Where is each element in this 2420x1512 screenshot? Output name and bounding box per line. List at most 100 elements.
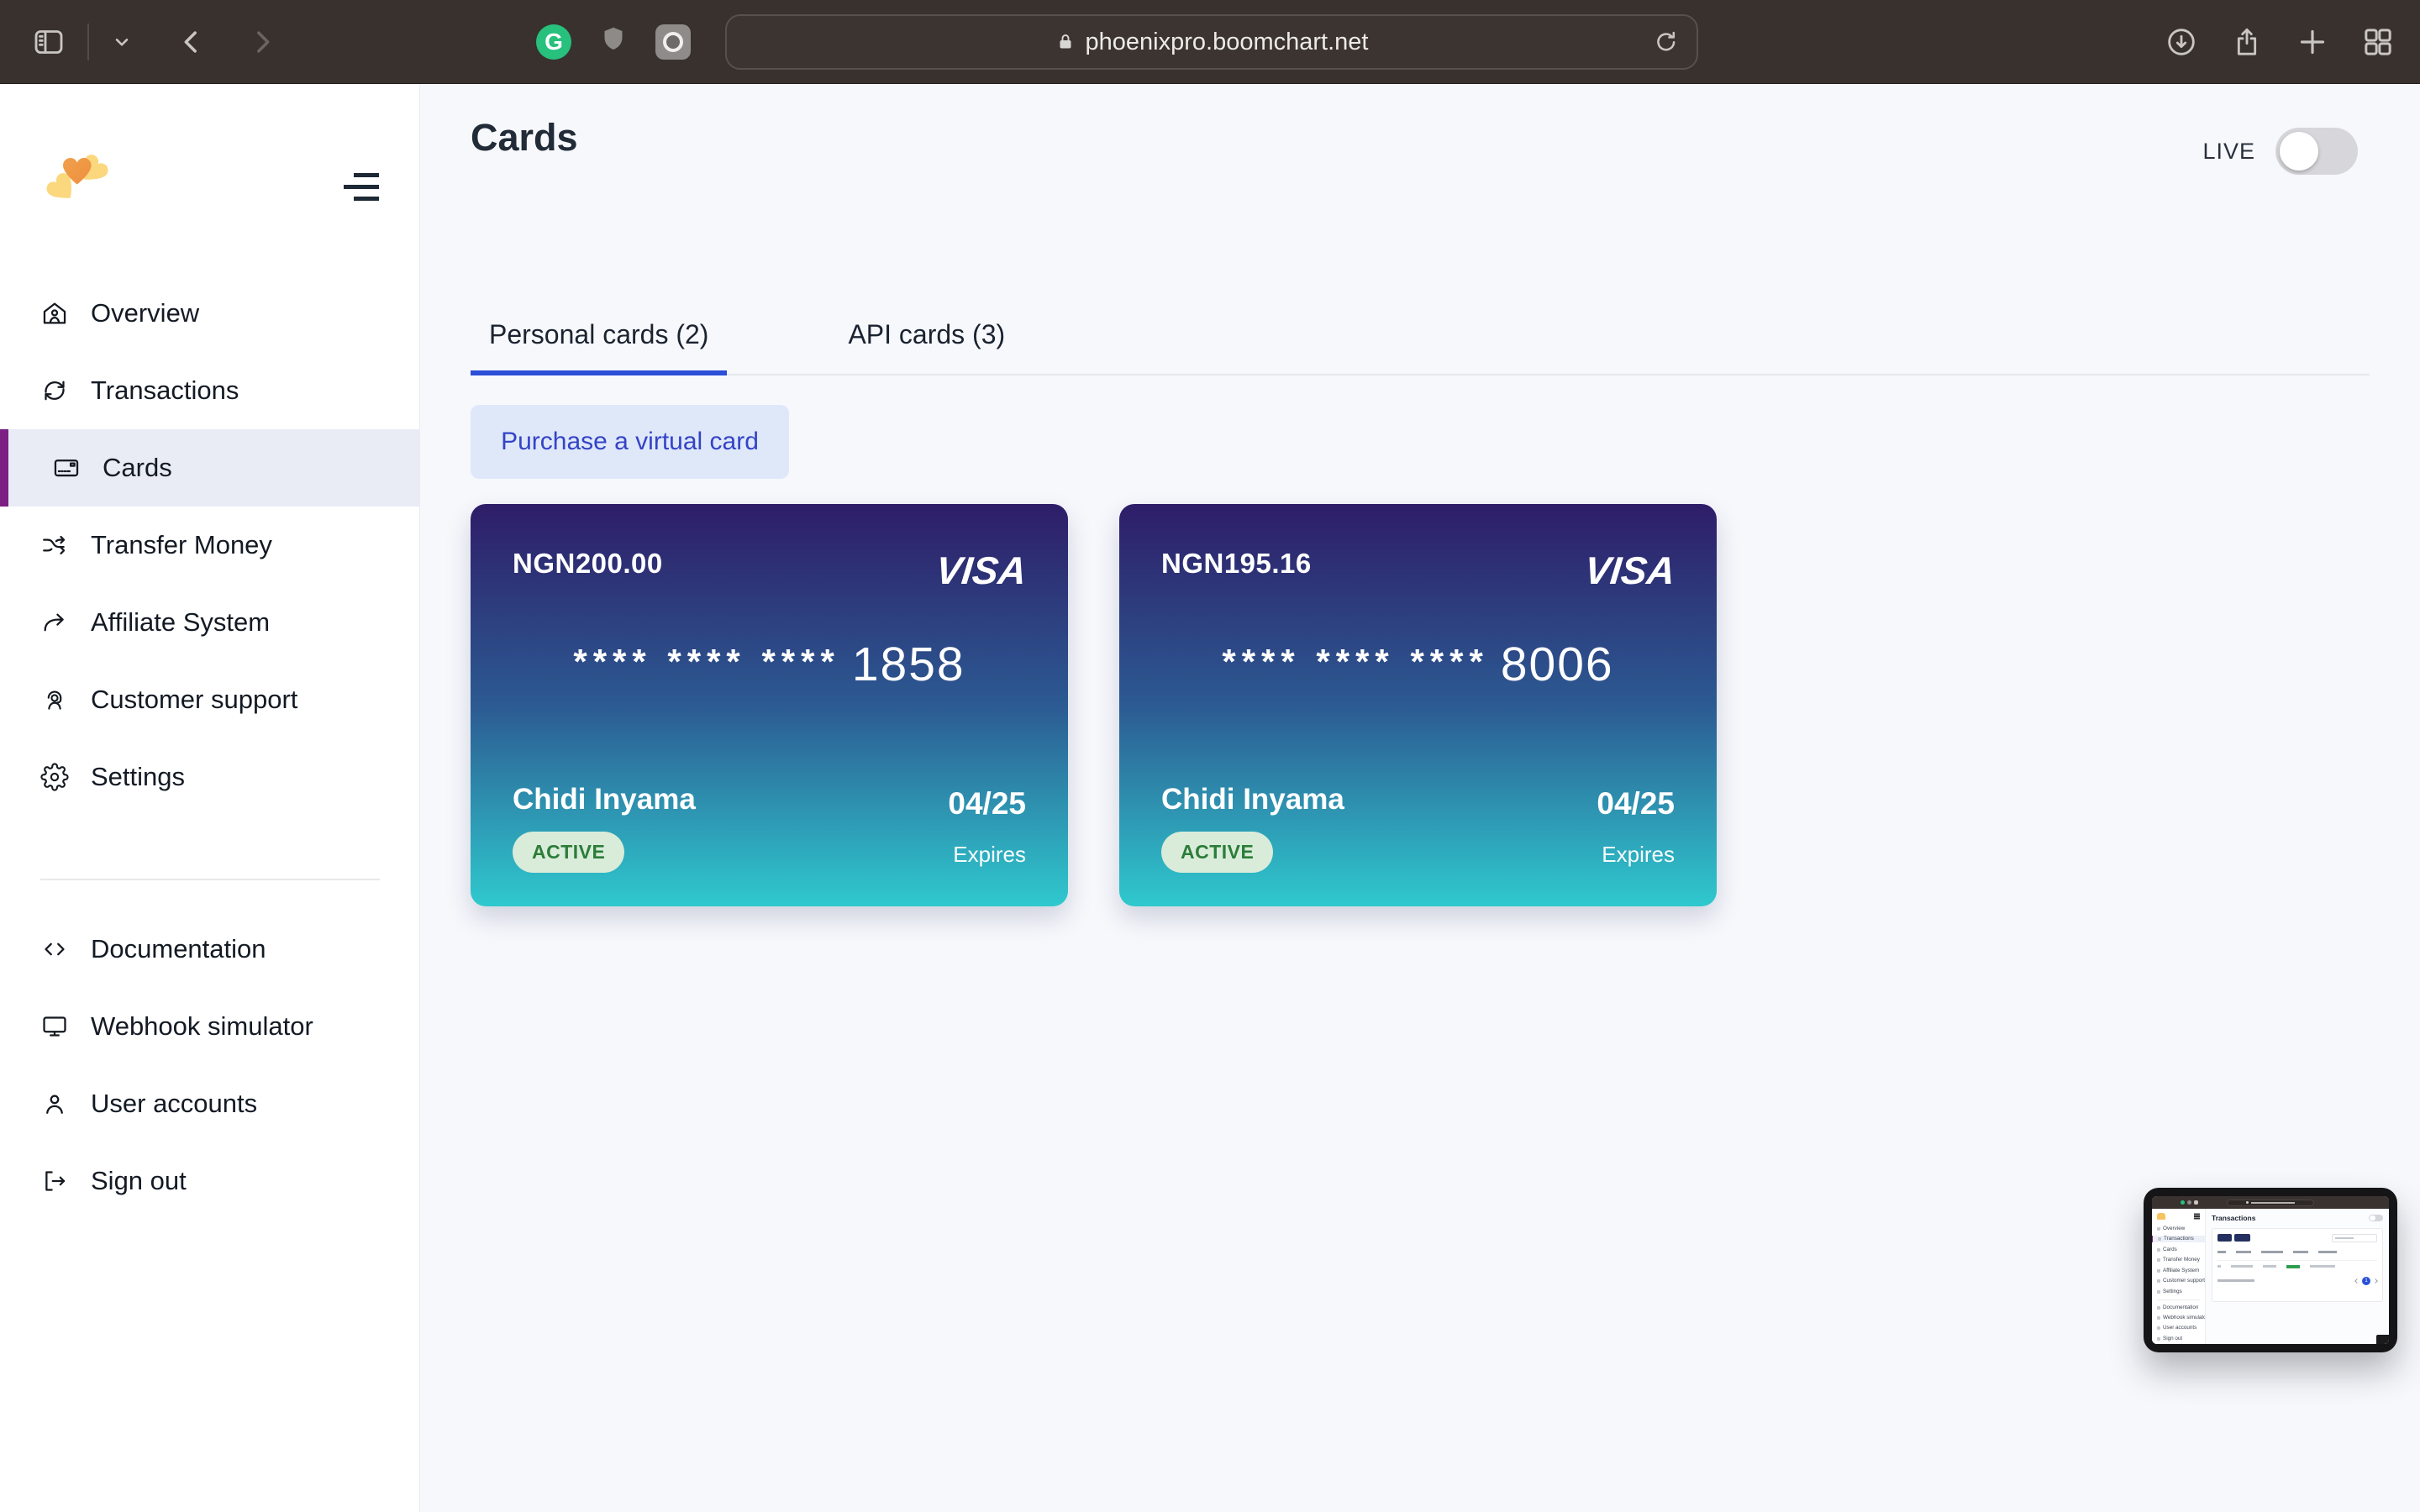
tab-api-cards[interactable]: API cards (3) — [829, 319, 1023, 375]
pip-collapse-icon — [2194, 1215, 2200, 1217]
card-number-last4: 1858 — [852, 638, 965, 691]
sidebar-item-sign-out[interactable]: Sign out — [0, 1142, 419, 1220]
pip-sidebar-item: Cards — [2157, 1247, 2205, 1253]
shuffle-icon — [40, 531, 69, 559]
sidebar-item-label: Customer support — [91, 685, 297, 715]
share-icon[interactable] — [2230, 25, 2264, 59]
page-title: Cards — [471, 116, 578, 160]
sidebar-item-label: User accounts — [91, 1089, 257, 1119]
url-text: phoenixpro.boomchart.net — [1086, 29, 1369, 56]
sidebar-divider — [40, 879, 380, 880]
pip-table-panel: 1 — [2212, 1228, 2383, 1302]
card-holder-name: Chidi Inyama — [1161, 783, 1344, 816]
home-user-icon — [40, 299, 69, 328]
pip-sidebar-item: Affiliate System — [2157, 1268, 2205, 1274]
card-number: **** **** **** 8006 — [1119, 637, 1717, 692]
app-logo[interactable] — [37, 150, 118, 218]
card-balance: NGN200.00 — [513, 548, 663, 580]
grammarly-extension-icon[interactable]: G — [536, 24, 571, 60]
pip-screen-content: Overview Transactions Cards Transfer Mon… — [2152, 1196, 2389, 1344]
sidebar-item-label: Affiliate System — [91, 607, 270, 638]
sidebar-item-webhook-simulator[interactable]: Webhook simulator — [0, 988, 419, 1065]
pip-page-number: 1 — [2362, 1277, 2370, 1285]
card-balance: NGN195.16 — [1161, 548, 1312, 580]
primary-nav: Overview Transactions Cards — [0, 275, 419, 816]
pip-screen-preview[interactable]: Overview Transactions Cards Transfer Mon… — [2144, 1188, 2397, 1352]
sidebar-item-documentation[interactable]: Documentation — [0, 911, 419, 988]
sidebar-item-transactions[interactable]: Transactions — [0, 352, 419, 429]
tab-bar: Personal cards (2) API cards (3) — [471, 319, 2370, 375]
sidebar-item-cards[interactable]: Cards — [0, 429, 419, 507]
sidebar-item-overview[interactable]: Overview — [0, 275, 419, 352]
monitor-icon — [40, 1012, 69, 1041]
live-label: LIVE — [2202, 139, 2255, 165]
sidebar-item-label: Cards — [103, 453, 172, 483]
pip-sidebar-item: Documentation — [2157, 1305, 2205, 1311]
sidebar-item-label: Settings — [91, 762, 185, 792]
sidebar-item-settings[interactable]: Settings — [0, 738, 419, 816]
sidebar-item-label: Transactions — [91, 375, 239, 406]
status-badge: ACTIVE — [1161, 832, 1273, 873]
tab-personal-cards[interactable]: Personal cards (2) — [471, 319, 727, 375]
code-icon — [40, 935, 69, 963]
pip-copy-button — [2217, 1234, 2232, 1242]
pip-sidebar-item: Settings — [2157, 1289, 2205, 1295]
pip-sidebar-item-active: Transactions — [2152, 1236, 2205, 1242]
visa-logo: VISA — [1582, 548, 1677, 593]
card-number-masked: **** **** **** — [573, 642, 839, 681]
pip-sidebar-item: Customer support — [2157, 1278, 2205, 1284]
shield-extension-icon[interactable] — [598, 24, 629, 60]
pip-grammarly-dot — [2181, 1200, 2185, 1205]
new-tab-icon[interactable] — [2296, 25, 2329, 59]
sidebar: Overview Transactions Cards — [0, 84, 420, 1512]
main-content: Cards LIVE Personal cards (2) API cards … — [420, 84, 2420, 1512]
pip-page-title: Transactions — [2212, 1214, 2383, 1222]
status-badge: ACTIVE — [513, 832, 624, 873]
card-number-masked: **** **** **** — [1222, 642, 1488, 681]
address-bar[interactable]: phoenixpro.boomchart.net — [725, 14, 1698, 70]
downloads-icon[interactable] — [2165, 25, 2198, 59]
sidebar-item-label: Sign out — [91, 1166, 187, 1196]
pip-sidebar-item: Overview — [2157, 1226, 2205, 1232]
pip-corner-overlay — [2376, 1335, 2389, 1344]
toggle-knob — [2280, 132, 2318, 171]
sidebar-item-transfer-money[interactable]: Transfer Money — [0, 507, 419, 584]
pip-print-button — [2234, 1234, 2250, 1242]
pip-live-toggle — [2369, 1215, 2383, 1221]
pip-url-pill — [2227, 1200, 2314, 1206]
virtual-card[interactable]: NGN195.16 VISA **** **** **** 8006 Chidi … — [1119, 504, 1717, 906]
live-toggle[interactable] — [2275, 128, 2358, 175]
recorder-extension-icon[interactable] — [655, 24, 691, 60]
purchase-virtual-card-button[interactable]: Purchase a virtual card — [471, 405, 789, 479]
headset-person-icon — [40, 685, 69, 714]
sidebar-item-label: Webhook simulator — [91, 1011, 313, 1042]
pip-main-area: Transactions — [2206, 1209, 2389, 1344]
sidebar-collapse-icon[interactable] — [342, 170, 379, 203]
secondary-nav: Documentation Webhook simulator User acc… — [0, 911, 419, 1220]
sidebar-toggle-icon[interactable] — [32, 25, 66, 59]
toolbar-separator — [87, 24, 89, 60]
card-number-last4: 8006 — [1501, 638, 1614, 691]
card-expiry: 04/25 — [948, 786, 1026, 822]
back-button-icon[interactable] — [175, 25, 208, 59]
chevron-down-icon[interactable] — [111, 31, 133, 53]
repeat-icon — [40, 376, 69, 405]
reload-icon[interactable] — [1653, 29, 1680, 55]
sidebar-item-user-accounts[interactable]: User accounts — [0, 1065, 419, 1142]
card-number: **** **** **** 1858 — [471, 637, 1068, 692]
tab-overview-icon[interactable] — [2361, 25, 2395, 59]
pip-sidebar-item: Sign out — [2157, 1336, 2205, 1342]
card-holder-name: Chidi Inyama — [513, 783, 696, 816]
sidebar-item-customer-support[interactable]: Customer support — [0, 661, 419, 738]
pip-logo — [2157, 1213, 2165, 1220]
virtual-card[interactable]: NGN200.00 VISA **** **** ****1858 Chidi … — [471, 504, 1068, 906]
pip-sidebar: Overview Transactions Cards Transfer Mon… — [2152, 1209, 2206, 1344]
pip-browser-bar — [2152, 1196, 2389, 1209]
sidebar-item-label: Documentation — [91, 934, 266, 964]
pip-shield-dot — [2187, 1200, 2191, 1205]
pip-sidebar-item: Transfer Money — [2157, 1257, 2205, 1263]
sidebar-item-affiliate-system[interactable]: Affiliate System — [0, 584, 419, 661]
credit-card-icon — [52, 454, 81, 482]
lock-icon — [1055, 31, 1076, 53]
gear-icon — [40, 763, 69, 791]
